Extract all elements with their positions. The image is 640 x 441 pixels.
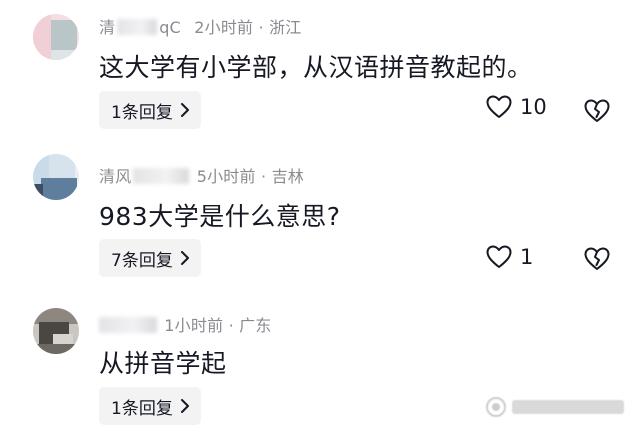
chevron-right-icon [179, 399, 191, 413]
comment-text: 从拼音学起 [99, 349, 227, 378]
comment-item: 清风 5小时前 · 吉林 983大学是什么意思? 7条回复 1 [0, 148, 640, 293]
meta-separator: · [258, 18, 270, 37]
watermark [484, 394, 630, 420]
avatar[interactable] [33, 14, 79, 60]
username[interactable]: 清 [99, 18, 115, 37]
comment-text: 983大学是什么意思? [99, 202, 341, 231]
dislike-button[interactable] [583, 96, 611, 124]
comment-time: 5小时前 [196, 167, 256, 186]
heart-outline-icon [486, 95, 512, 119]
comment-meta: 1小时前 · 广东 [99, 312, 272, 336]
like-count: 1 [520, 245, 534, 269]
like-button[interactable]: 10 [486, 95, 547, 119]
meta-separator: · [260, 167, 272, 186]
reply-count-label: 7条回复 [111, 250, 173, 271]
view-replies-button[interactable]: 1条回复 [99, 91, 201, 129]
avatar[interactable] [33, 308, 79, 354]
avatar[interactable] [33, 154, 79, 200]
comment-meta: 清 qC 2小时前 · 浙江 [99, 14, 302, 38]
meta-separator: · [228, 316, 240, 335]
broken-heart-icon [584, 247, 610, 270]
heart-outline-icon [486, 245, 512, 269]
like-button[interactable]: 1 [486, 245, 533, 269]
username-tail[interactable]: qC [159, 18, 181, 37]
comment-meta: 清风 5小时前 · 吉林 [99, 163, 304, 187]
comment-time: 2小时前 [194, 18, 254, 37]
comment-item: 清 qC 2小时前 · 浙江 这大学有小学部，从汉语拼音教起的。 1条回复 10 [0, 0, 640, 145]
view-replies-button[interactable]: 7条回复 [99, 239, 201, 277]
blurred-username [99, 317, 157, 333]
comment-location: 浙江 [269, 18, 302, 37]
comment-location: 吉林 [271, 167, 304, 186]
dislike-button[interactable] [583, 244, 611, 272]
broken-heart-icon [584, 99, 610, 122]
chevron-right-icon [179, 251, 191, 265]
comment-location: 广东 [239, 316, 272, 335]
reply-count-label: 1条回复 [111, 102, 173, 123]
comment-time: 1小时前 [164, 316, 224, 335]
blurred-username [117, 19, 158, 35]
reply-count-label: 1条回复 [111, 398, 173, 419]
comment-text: 这大学有小学部，从汉语拼音教起的。 [99, 53, 533, 82]
like-count: 10 [520, 95, 547, 119]
blurred-username [133, 168, 190, 184]
chevron-right-icon [179, 103, 191, 117]
view-replies-button[interactable]: 1条回复 [99, 387, 201, 425]
username[interactable]: 清风 [99, 167, 131, 186]
